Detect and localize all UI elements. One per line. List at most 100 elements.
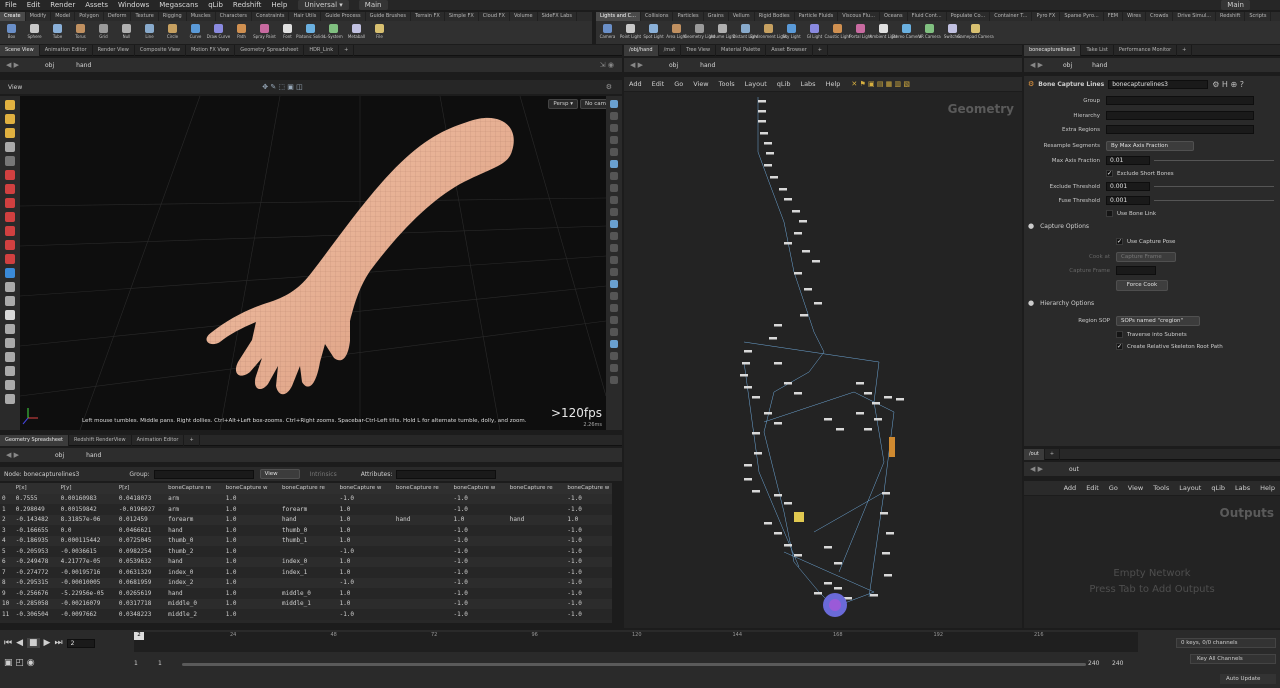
display-tool-10[interactable]	[610, 220, 618, 228]
camera-mode-menu[interactable]: Persp ▾	[548, 99, 578, 109]
network-tool-icons[interactable]: ✕ ⚑ ▣ ▤ ▦ ▥ ▧	[851, 80, 910, 88]
shelf-tab-left-8[interactable]: Characters	[216, 12, 252, 21]
display-tool-9[interactable]	[610, 208, 618, 216]
current-frame-field[interactable]: 2	[66, 638, 95, 648]
network-node[interactable]	[872, 402, 880, 405]
lights-tool-6[interactable]: Distant Light	[733, 21, 758, 44]
shelf-tab-right-9[interactable]: Fluid Cont...	[908, 12, 947, 21]
shelf-tab-left-15[interactable]: Cloud FX	[479, 12, 510, 21]
menu-4[interactable]: Windows	[113, 0, 154, 10]
ss-path-obj[interactable]: obj	[49, 452, 70, 459]
menu-6[interactable]: qLib	[203, 0, 228, 10]
display-tool-13[interactable]	[610, 256, 618, 264]
params-path-hand[interactable]: hand	[1086, 62, 1113, 69]
shelf-tab-left-1[interactable]: Modify	[26, 12, 52, 21]
shelf-tab-left-6[interactable]: Rigging	[159, 12, 187, 21]
network-node[interactable]	[764, 142, 772, 145]
display-tool-21[interactable]	[610, 352, 618, 360]
path-hand[interactable]: hand	[70, 62, 97, 69]
network-tab-1[interactable]: /mat	[659, 44, 682, 56]
range-end[interactable]: 240	[1088, 660, 1099, 667]
shelf-tab-right-4[interactable]: Vellum	[729, 12, 755, 21]
lights-tool-11[interactable]: Portal Light	[849, 21, 872, 44]
viewport-tool-14[interactable]	[5, 296, 15, 306]
params-add-tab[interactable]: +	[1177, 44, 1193, 56]
network-menu-3[interactable]: View	[688, 80, 713, 88]
network-menu-1[interactable]: Edit	[647, 80, 670, 88]
lights-tool-5[interactable]: Volume Light	[709, 21, 736, 44]
network-node[interactable]	[744, 350, 752, 353]
nav-arrows-icon[interactable]: ◀ ▶	[6, 451, 19, 459]
use-bone-link-checkbox[interactable]	[1106, 210, 1113, 217]
attributes-field[interactable]	[396, 469, 497, 479]
display-tool-1[interactable]	[610, 112, 618, 120]
shelf-tab-left-11[interactable]: Guide Process	[321, 12, 366, 21]
fuse-threshold-slider[interactable]	[1154, 200, 1274, 201]
add-tab-button[interactable]: +	[1045, 448, 1061, 460]
network-node[interactable]	[744, 464, 752, 467]
network-node[interactable]	[784, 198, 792, 201]
ss-col-3[interactable]: P[z]	[116, 483, 167, 494]
viewport-tool-12[interactable]	[5, 268, 15, 278]
network-menu-7[interactable]: Labs	[795, 80, 820, 88]
menu-0[interactable]: File	[0, 0, 22, 10]
network-node[interactable]	[752, 432, 760, 435]
display-tool-12[interactable]	[610, 244, 618, 252]
display-tool-15[interactable]	[610, 280, 618, 288]
display-tool-3[interactable]	[610, 136, 618, 144]
shelf-tab-left-12[interactable]: Guide Brushes	[366, 12, 411, 21]
display-tool-2[interactable]	[610, 124, 618, 132]
scene-tab-3[interactable]: Composite View	[135, 44, 186, 56]
fuse-threshold-field[interactable]: 0.001	[1106, 196, 1150, 205]
shelf-tab-left-16[interactable]: Volume	[510, 12, 538, 21]
scene-tab-4[interactable]: Motion FX View	[186, 44, 236, 56]
network-node[interactable]	[856, 412, 864, 415]
network-node[interactable]	[802, 250, 810, 253]
create-tool-1[interactable]: Sphere	[23, 21, 46, 44]
shelf-tab-left-10[interactable]: Hair Utils	[289, 12, 322, 21]
spreadsheet-tab-2[interactable]: Animation Editor	[132, 434, 185, 446]
network-node[interactable]	[856, 382, 864, 385]
cook-at-menu[interactable]: Capture Frame	[1116, 252, 1176, 262]
realtime-icons[interactable]: ▣ ◰ ◉	[4, 658, 35, 668]
ss-col-7[interactable]: boneCapture w	[337, 483, 394, 494]
ss-col-9[interactable]: boneCapture w	[451, 483, 508, 494]
max-axis-slider[interactable]	[1154, 160, 1274, 161]
menu-8[interactable]: Help	[266, 0, 292, 10]
keys-info[interactable]: 0 keys, 0/0 channels	[1176, 638, 1276, 648]
lights-tool-10[interactable]: Caustic Light	[825, 21, 851, 44]
key-all-button[interactable]: Key All Channels	[1190, 654, 1276, 664]
viewport-tool-16[interactable]	[5, 324, 15, 334]
shelf-tab-right-15[interactable]: Wires	[1123, 12, 1146, 21]
lights-tool-0[interactable]: Camera	[596, 21, 619, 44]
network-tab-4[interactable]: Asset Browser	[766, 44, 813, 56]
ss-col-10[interactable]: boneCapture re	[507, 483, 566, 494]
network-node[interactable]	[812, 260, 820, 263]
shelf-tab-right-2[interactable]: Particles	[673, 12, 704, 21]
network-node[interactable]	[794, 232, 802, 235]
range-start[interactable]: 1	[134, 660, 138, 667]
scene-tab-5[interactable]: Geometry Spreadsheet	[235, 44, 305, 56]
lights-tool-2[interactable]: Spot Light	[642, 21, 665, 44]
network-node[interactable]	[758, 120, 766, 123]
exclude-short-checkbox[interactable]: ✓	[1106, 170, 1113, 177]
range-end2[interactable]: 240	[1112, 660, 1123, 667]
stop-icon[interactable]: ■	[27, 638, 40, 648]
create-tool-2[interactable]: Tube	[46, 21, 69, 44]
viewport-tool-13[interactable]	[5, 282, 15, 292]
network-node[interactable]	[834, 587, 842, 590]
out-menu-3[interactable]: View	[1123, 484, 1148, 492]
viewport-tool-11[interactable]	[5, 254, 15, 264]
viewport-tool-0[interactable]	[5, 100, 15, 110]
scene-tab-6[interactable]: HDR_Link	[304, 44, 340, 56]
network-node[interactable]	[779, 188, 787, 191]
menu-1[interactable]: Edit	[22, 0, 46, 10]
network-menu-2[interactable]: Go	[669, 80, 688, 88]
network-node[interactable]	[742, 362, 750, 365]
range-start2[interactable]: 1	[158, 660, 162, 667]
lights-tool-8[interactable]: Sky Light	[780, 21, 803, 44]
network-add-tab[interactable]: +	[813, 44, 828, 56]
create-tool-5[interactable]: Null	[115, 21, 138, 44]
network-node[interactable]	[754, 452, 762, 455]
group-field[interactable]	[153, 469, 254, 479]
